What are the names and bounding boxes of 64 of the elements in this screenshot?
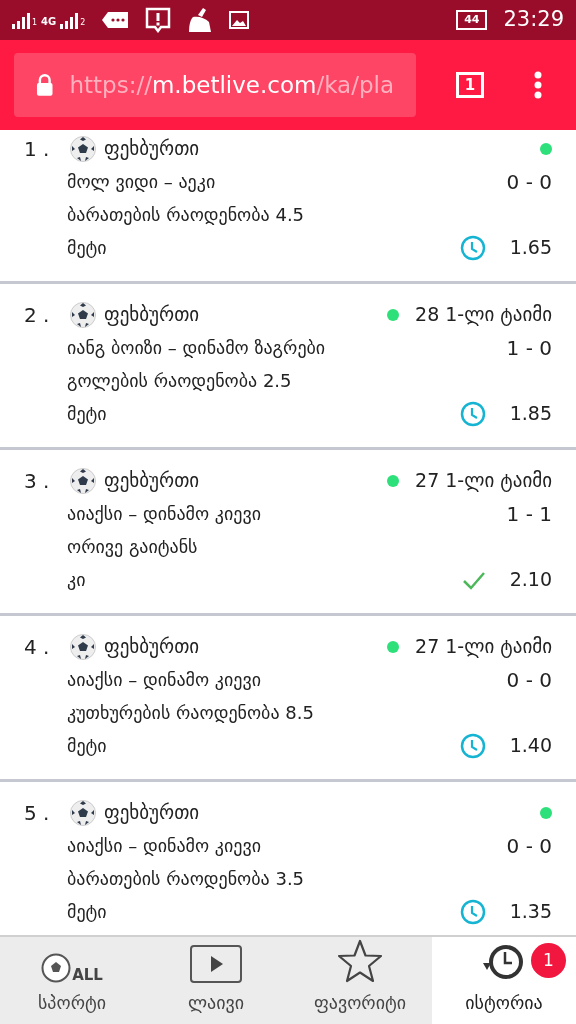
image-icon: [229, 11, 250, 29]
menu-icon[interactable]: [534, 71, 542, 99]
sport-name: ფეხბურთი: [104, 468, 200, 494]
sim-label: 1: [32, 16, 38, 29]
bet-number: 1 .: [24, 135, 51, 163]
bet-selection: კი: [67, 568, 87, 592]
signal-icon: [60, 12, 81, 29]
match-score: 1 - 0: [506, 334, 552, 362]
bet-market: ორივე გაიტანს: [67, 535, 198, 559]
network-label: 4G: [41, 14, 57, 29]
alert-icon: [145, 7, 172, 33]
match-teams: მოლ ვიდი – აეკი: [67, 170, 217, 194]
sport-name: ფეხბურთი: [104, 634, 200, 660]
match-score: 0 - 0: [506, 832, 552, 860]
bet-number: 2 .: [24, 301, 51, 329]
message-icon: [101, 11, 130, 29]
bet-odds: 2.10: [509, 567, 552, 593]
match-score: 0 - 0: [506, 168, 552, 196]
bet-market: კუთხურების რაოდენობა 8.5: [67, 701, 314, 725]
clock-time: 23:29: [503, 6, 564, 34]
bet-selection: მეტი: [67, 900, 108, 924]
bet-selection: მეტი: [67, 236, 108, 260]
sim-label: 2: [80, 16, 86, 29]
bet-selection: მეტი: [67, 402, 108, 426]
soccer-ball-icon: [70, 799, 96, 826]
bet-number: 3 .: [24, 467, 51, 495]
broom-icon: [187, 8, 214, 32]
match-time: 27 1-ლი ტაიმი: [415, 468, 552, 494]
sport-name: ფეხბურთი: [104, 800, 200, 826]
match-teams: აიაქსი – დინამო კიევი: [67, 834, 263, 858]
bet-market: გოლების რაოდენობა 2.5: [67, 369, 292, 393]
nav-tab[interactable]: ALL სპორტი: [0, 937, 144, 1024]
nav-tab[interactable]: ფავორიტი: [288, 937, 432, 1024]
match-time: 27 1-ლი ტაიმი: [415, 634, 552, 660]
lock-icon: [36, 74, 54, 96]
bet-market: ბარათების რაოდენობა 4.5: [67, 203, 305, 227]
soccer-ball-icon: [70, 467, 96, 494]
sport-name: ფეხბურთი: [104, 302, 200, 328]
play-icon: [190, 945, 242, 983]
bet-odds: 1.85: [509, 401, 552, 427]
star-icon: [337, 939, 383, 983]
match-teams: აიაქსი – დინამო კიევი: [67, 668, 263, 692]
bet-odds: 1.40: [509, 733, 552, 759]
tab-count-button[interactable]: 1: [456, 72, 484, 98]
url-text: https://m.betlive.com/ka/pla: [69, 70, 394, 100]
match-time: 28 1-ლი ტაიმი: [415, 302, 552, 328]
soccer-ball-icon: [70, 633, 96, 660]
bet-number: 4 .: [24, 633, 51, 661]
bet-selection: მეტი: [67, 734, 108, 758]
signal-icon: [12, 12, 32, 29]
soccer-ball-icon: [70, 135, 96, 162]
nav-tab[interactable]: ლაივი: [144, 937, 288, 1024]
soccer-ball-icon: [70, 301, 96, 328]
match-score: 1 - 1: [506, 500, 552, 528]
bet-odds: 1.65: [509, 235, 552, 261]
match-score: 0 - 0: [506, 666, 552, 694]
bet-market: ბარათების რაოდენობა 3.5: [67, 867, 305, 891]
match-teams: იანგ ბოიზი – დინამო ზაგრები: [67, 336, 327, 360]
battery-indicator: 44: [456, 10, 488, 30]
bet-odds: 1.35: [509, 899, 552, 925]
notification-badge: 1: [531, 943, 566, 978]
sport-name: ფეხბურთი: [104, 136, 200, 162]
match-teams: აიაქსი – დინამო კიევი: [67, 502, 263, 526]
bet-number: 5 .: [24, 799, 51, 827]
